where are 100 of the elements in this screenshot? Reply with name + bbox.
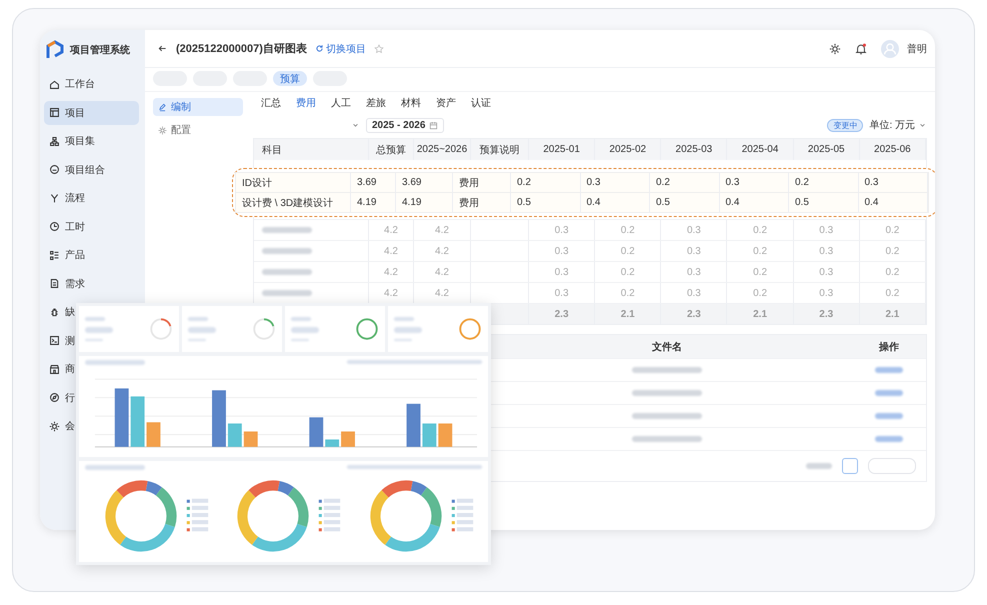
legend-marker [319, 514, 322, 518]
table-cell: 0.2 [650, 173, 720, 192]
blurred-text [394, 327, 422, 333]
blurred-text [85, 317, 105, 321]
sidebar-item[interactable]: 产品 [44, 243, 87, 267]
column-header: 文件名 [651, 340, 683, 354]
blurred-text [324, 527, 340, 532]
sidebar-item[interactable]: 商 [44, 357, 77, 381]
blurred-text [456, 498, 473, 503]
legend-marker [451, 514, 454, 518]
settings-icon[interactable] [829, 42, 841, 54]
category-tab[interactable]: 费用 [296, 96, 316, 110]
pen-icon [158, 102, 167, 112]
table-cell: 0.2 [860, 262, 926, 282]
chart-bar [146, 422, 160, 447]
blurred-link[interactable] [875, 436, 903, 442]
table-cell: 4.2 [414, 262, 471, 282]
progress-ring-icon [252, 317, 276, 341]
legend-marker [451, 500, 454, 503]
chart-bar [228, 423, 242, 447]
blurred-text [324, 498, 340, 503]
compass-icon [49, 392, 60, 403]
subnav-item[interactable]: 编制 [153, 98, 243, 116]
table-cell: 4.2 [414, 241, 471, 261]
sidebar-item[interactable]: 工作台 [44, 72, 97, 96]
table-cell: 0.2 [727, 220, 794, 240]
sidebar-item[interactable]: 会 [44, 414, 77, 438]
table-cell: 2.1 [860, 304, 926, 324]
home-icon [49, 78, 60, 90]
table-cell: 0.2 [727, 262, 794, 282]
table-cell: 4.2 [369, 241, 414, 261]
blurred-text [262, 227, 312, 233]
blurred-text [192, 506, 208, 510]
blurred-text [262, 248, 312, 254]
sidebar-item[interactable]: 项目 [44, 100, 139, 124]
blurred-link[interactable] [875, 367, 903, 373]
table-cell: 4.2 [369, 262, 414, 282]
sidebar-item[interactable]: 测 [44, 328, 77, 352]
column-header: 总预算 [369, 139, 414, 160]
blurred-text [632, 413, 702, 419]
sidebar-item[interactable]: 行 [44, 386, 77, 410]
page-size-field[interactable] [868, 458, 916, 474]
blurred-text [85, 360, 145, 365]
legend-marker [319, 521, 322, 524]
table-cell: 0.3 [529, 220, 596, 240]
table-cell: 2.3 [661, 304, 728, 324]
date-range-field[interactable]: 2025 - 2026 [366, 118, 444, 132]
sidebar-item[interactable]: 需求 [44, 272, 87, 296]
page-button[interactable] [842, 458, 858, 474]
sidebar-item[interactable]: 缺 [44, 300, 77, 324]
blurred-link[interactable] [875, 413, 903, 419]
back-arrow-icon[interactable] [157, 43, 168, 54]
subnav-item[interactable]: 配置 [153, 121, 243, 139]
user-name[interactable]: 普明 [907, 42, 927, 56]
category-tab[interactable]: 资产 [436, 96, 456, 110]
chart-bar [212, 390, 226, 447]
category-tab[interactable]: 认证 [471, 96, 491, 110]
table-cell: 0.3 [858, 173, 928, 192]
blurred-text [262, 290, 312, 296]
logo-icon [45, 40, 65, 60]
table-cell: 0.3 [720, 173, 789, 192]
column-header: 操作 [878, 340, 900, 354]
chart-bar [130, 396, 145, 447]
sidebar-item[interactable]: 项目集 [44, 129, 97, 153]
column-header: 2025-03 [661, 139, 728, 160]
gauge-icon [49, 164, 60, 175]
stage-tab[interactable]: 预算 [273, 71, 307, 86]
table-cell: 0.3 [661, 241, 728, 261]
table-cell: 0.2 [727, 241, 794, 261]
board-icon [49, 107, 60, 118]
column-header: 预算说明 [471, 139, 529, 160]
category-tab[interactable]: 汇总 [261, 96, 281, 110]
sidebar-item[interactable]: 项目组合 [44, 158, 107, 182]
category-tab[interactable]: 人工 [331, 96, 351, 110]
settings-icon [49, 420, 60, 432]
star-icon[interactable] [374, 44, 384, 54]
avatar-icon[interactable] [881, 40, 899, 58]
sidebar-item[interactable]: 流程 [44, 186, 87, 210]
bell-icon[interactable] [855, 42, 867, 54]
table-cell: 0.3 [529, 241, 596, 261]
category-tab[interactable]: 差旅 [366, 96, 386, 110]
table-cell: 4.2 [369, 220, 414, 240]
calendar-icon [429, 120, 438, 130]
table-cell: 0.3 [661, 262, 728, 282]
table-cell: 0.5 [650, 193, 720, 212]
table-cell: 0.5 [789, 193, 858, 212]
table-cell: 2.1 [595, 304, 662, 324]
column-header: 科目 [254, 139, 369, 160]
table-cell: 4.2 [414, 220, 471, 240]
table-cell: 0.2 [860, 220, 926, 240]
category-tab[interactable]: 材料 [401, 96, 421, 110]
switch-project-link[interactable]: 切换项目 [314, 42, 366, 56]
status-badge: 变更中 [827, 118, 864, 132]
unit-selector[interactable]: 单位: 万元 [869, 118, 927, 132]
blurred-text [456, 520, 473, 524]
blurred-link[interactable] [875, 390, 903, 396]
legend-marker [186, 506, 190, 510]
blurred-text [85, 465, 145, 470]
blurred-text [192, 527, 208, 532]
sidebar-item[interactable]: 工时 [44, 214, 87, 238]
